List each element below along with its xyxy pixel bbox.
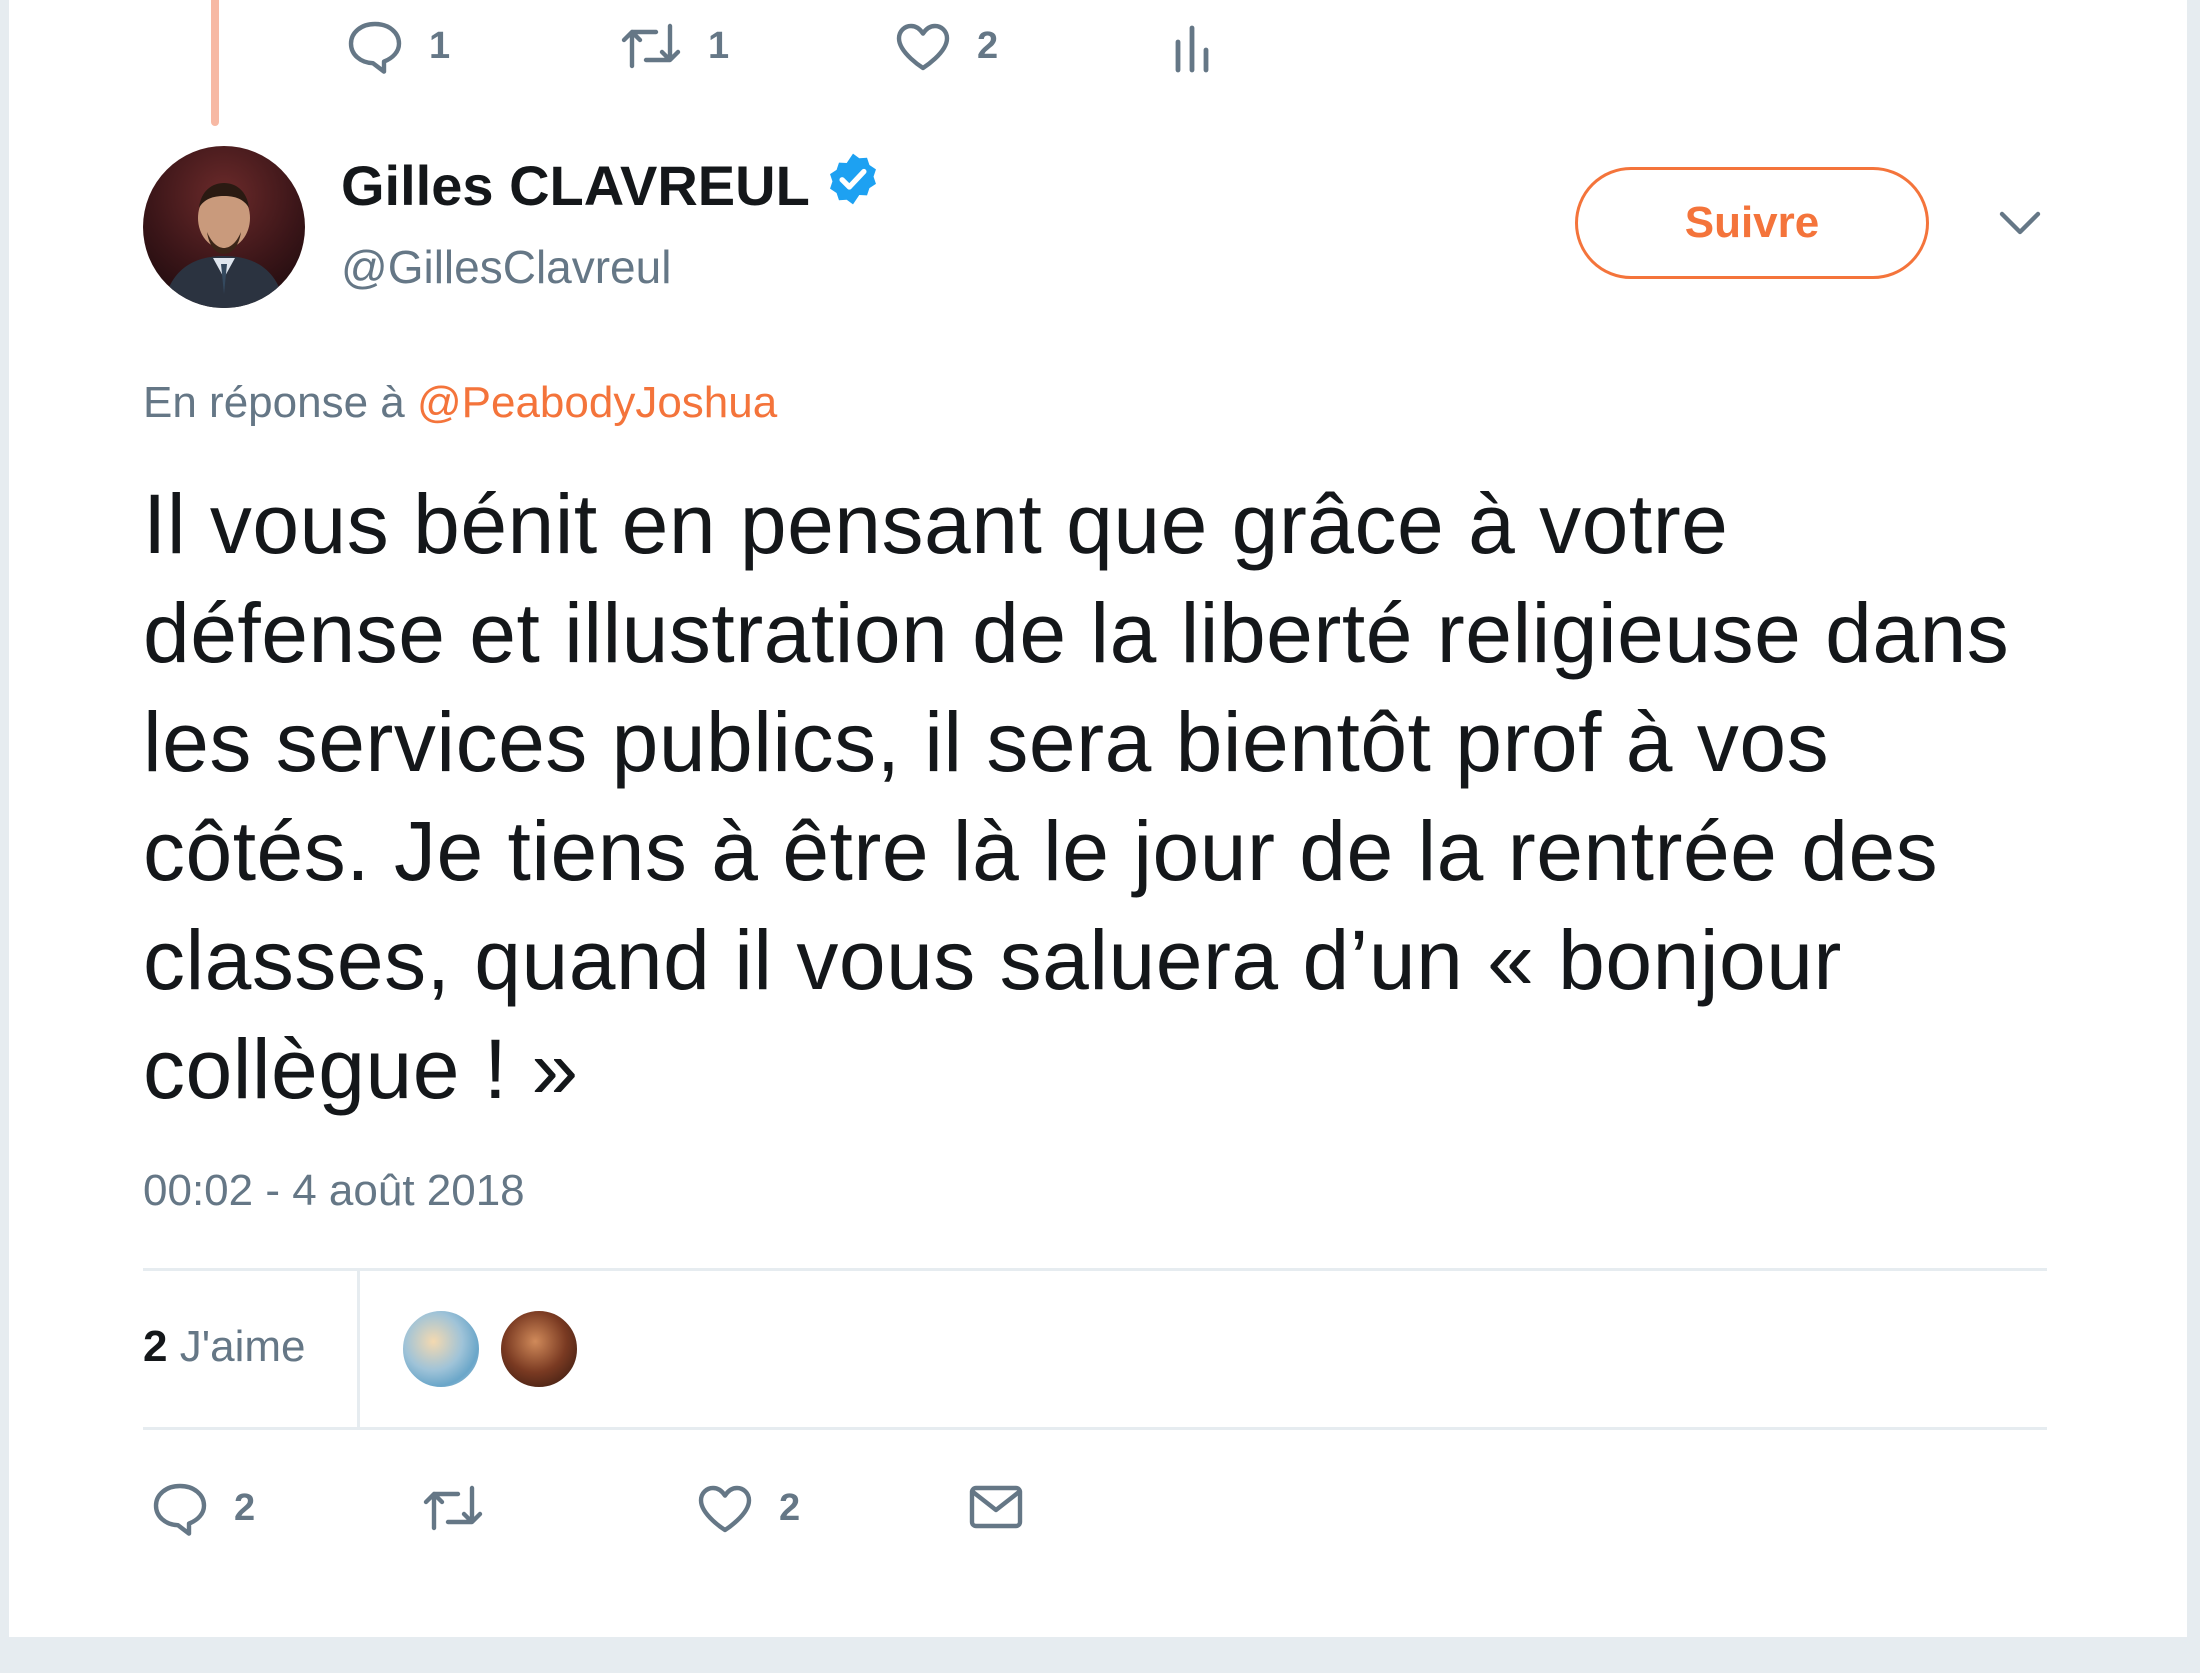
- like-action[interactable]: 2: [695, 1480, 800, 1536]
- liker-avatar[interactable]: [498, 1308, 580, 1390]
- thread-connector-line: [211, 0, 219, 126]
- verified-badge-icon: [810, 150, 882, 221]
- like-count: 2: [779, 1486, 801, 1529]
- dm-envelope-icon: [968, 1482, 1024, 1532]
- reply-action[interactable]: 2: [150, 1480, 255, 1536]
- prev-reply-count: 1: [429, 24, 451, 67]
- author-handle[interactable]: @GillesClavreul: [341, 240, 671, 294]
- tweet-text: Il vous bénit en pensant que grâce à vot…: [143, 477, 2010, 1116]
- prev-like-count: 2: [977, 24, 999, 67]
- prev-retweet-count: 1: [708, 24, 730, 67]
- analytics-icon: [1172, 22, 1212, 74]
- tweet-timestamp[interactable]: 00:02 - 4 août 2018: [143, 1166, 525, 1216]
- stats-vertical-divider: [357, 1270, 360, 1429]
- author-name-row[interactable]: Gilles CLAVREUL: [341, 150, 882, 221]
- reply-icon: [150, 1480, 210, 1536]
- retweet-action[interactable]: [420, 1480, 486, 1536]
- liker-avatar[interactable]: [400, 1308, 482, 1390]
- likes-stat[interactable]: 2 J'aime: [143, 1322, 306, 1372]
- retweet-icon: [420, 1480, 486, 1536]
- like-icon: [893, 18, 953, 74]
- prev-like-action[interactable]: 2: [893, 18, 998, 74]
- likes-label: J'aime: [179, 1322, 306, 1371]
- reply-context: En réponse à @PeabodyJoshua: [143, 378, 777, 428]
- reply-icon: [345, 18, 405, 74]
- prev-reply-action[interactable]: 1: [345, 18, 450, 74]
- retweet-icon: [618, 18, 684, 74]
- likes-count: 2: [143, 1322, 168, 1371]
- author-name[interactable]: Gilles CLAVREUL: [341, 153, 810, 218]
- reply-count: 2: [234, 1486, 256, 1529]
- stats-top-divider: [143, 1268, 2047, 1271]
- chevron-down-icon[interactable]: [1998, 210, 2042, 243]
- reply-prefix: En réponse à: [143, 378, 417, 427]
- prev-analytics-action[interactable]: [1172, 22, 1212, 74]
- stats-bottom-divider: [143, 1427, 2047, 1430]
- prev-retweet-action[interactable]: 1: [618, 18, 729, 74]
- reply-handle-link[interactable]: @PeabodyJoshua: [417, 378, 777, 427]
- follow-button[interactable]: Suivre: [1575, 167, 1929, 279]
- direct-message-action[interactable]: [968, 1482, 1024, 1532]
- like-icon: [695, 1480, 755, 1536]
- author-avatar[interactable]: [143, 146, 305, 308]
